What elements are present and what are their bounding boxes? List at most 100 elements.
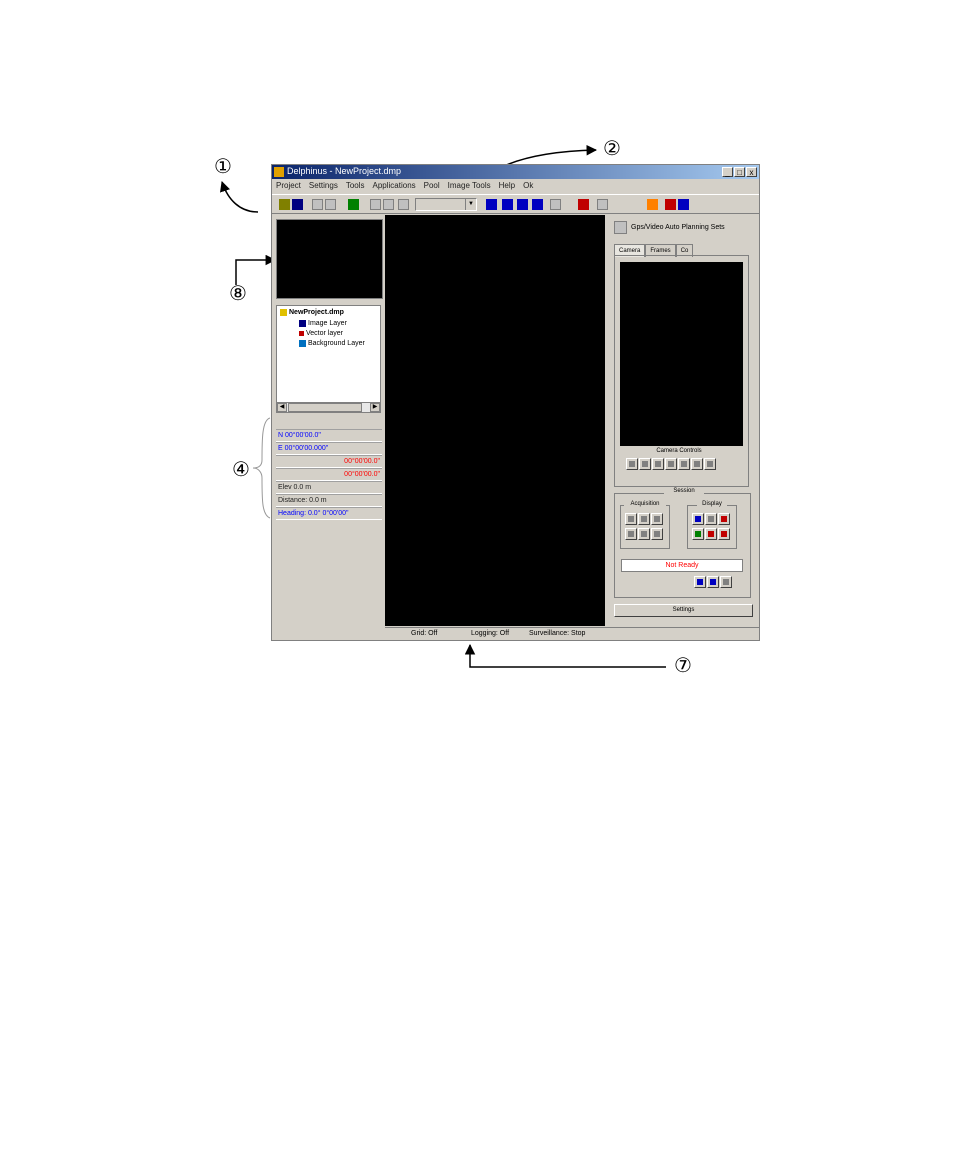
heading-readout: Heading: 0.0° 0°00'00" (276, 507, 382, 520)
capture-icon[interactable] (638, 513, 650, 525)
menu-project[interactable]: Project (276, 180, 301, 192)
preview-icon[interactable] (325, 199, 336, 210)
next-icon[interactable] (704, 458, 716, 470)
record-icon[interactable] (665, 458, 677, 470)
chevron-down-icon[interactable]: ▼ (465, 199, 476, 210)
scroll-left-icon[interactable]: ◀ (277, 403, 287, 412)
window-title: Delphinus - NewProject.dmp (287, 166, 402, 176)
camera-view[interactable] (620, 262, 743, 446)
filter-icon[interactable] (707, 576, 719, 588)
pan-icon[interactable] (532, 199, 543, 210)
main-map-view[interactable] (385, 215, 605, 626)
camera-controls-label: Camera Controls (656, 448, 702, 454)
rotate-icon[interactable] (597, 199, 608, 210)
zoom-out-icon[interactable] (517, 199, 528, 210)
tree-item[interactable]: Background Layer (299, 340, 365, 347)
acquisition-label: Acquisition (624, 501, 666, 507)
planning-icon (614, 221, 627, 234)
triangle-icon[interactable] (578, 199, 589, 210)
color-icon[interactable] (718, 513, 730, 525)
zoom-combo[interactable]: ▼ (415, 198, 477, 211)
cursor-lon-readout: 00°00'00.0" (276, 468, 382, 481)
zoom-icon[interactable] (486, 199, 497, 210)
window-icon[interactable] (651, 528, 663, 540)
burst-icon[interactable] (651, 513, 663, 525)
tree-scrollbar[interactable]: ◀ ▶ (276, 402, 381, 413)
satellite-icon[interactable] (678, 199, 689, 210)
tree-root[interactable]: NewProject.dmp (280, 309, 344, 316)
tree-item-label: Vector layer (306, 330, 343, 337)
print-icon[interactable] (312, 199, 323, 210)
save-icon[interactable] (292, 199, 303, 210)
longitude-readout: E 00°00'00.000" (276, 442, 382, 455)
maximize-button[interactable]: □ (734, 167, 745, 177)
acquisition-row-2 (625, 528, 663, 540)
callout-2: ② (603, 136, 621, 160)
distance-readout: Distance: 0.0 m (276, 494, 382, 507)
camera-buttons (626, 458, 716, 470)
map-icon[interactable] (692, 528, 704, 540)
play-icon[interactable] (626, 458, 638, 470)
zoom-in-icon[interactable] (502, 199, 513, 210)
settings-icon[interactable] (720, 576, 732, 588)
chart-icon[interactable] (647, 199, 658, 210)
tree-item[interactable]: Vector layer (299, 330, 343, 337)
rewind-icon[interactable] (639, 458, 651, 470)
menu-pool[interactable]: Pool (424, 180, 440, 192)
select-icon[interactable] (383, 199, 394, 210)
status-bar: Grid: Off Logging: Off Surveillance: Sto… (385, 627, 759, 639)
panel-header: Gps/Video Auto Planning Sets (614, 221, 725, 234)
stack-icon[interactable] (638, 528, 650, 540)
grid-icon[interactable] (691, 458, 703, 470)
callout-1: ① (214, 154, 232, 178)
pointer-icon[interactable] (692, 513, 704, 525)
tree-item-label: Background Layer (308, 340, 365, 347)
acquisition-row-1 (625, 513, 663, 525)
acquisition-frame (620, 505, 670, 549)
acquire-icon[interactable] (625, 513, 637, 525)
measure-icon[interactable] (550, 199, 561, 210)
crosshair-icon[interactable] (705, 513, 717, 525)
title-bar[interactable]: Delphinus - NewProject.dmp _ □ x (272, 165, 759, 179)
elevation-readout: Elev 0.0 m (276, 481, 382, 494)
scroll-right-icon[interactable]: ▶ (370, 403, 380, 412)
layer-tree[interactable]: NewProject.dmp Image Layer Vector layer … (276, 305, 381, 413)
globe-icon[interactable] (665, 199, 676, 210)
open-icon[interactable] (279, 199, 290, 210)
menu-applications[interactable]: Applications (373, 180, 416, 192)
display-frame (687, 505, 737, 549)
display-row-1 (692, 513, 730, 525)
application-window: Delphinus - NewProject.dmp _ □ x Project… (271, 164, 760, 641)
minimize-button[interactable]: _ (722, 167, 733, 177)
panel-header-label: Gps/Video Auto Planning Sets (631, 224, 725, 231)
callout-7: ⑦ (674, 653, 692, 677)
rectangle-icon[interactable] (398, 199, 409, 210)
scroll-thumb[interactable] (288, 403, 362, 412)
status-grid: Grid: Off (411, 630, 438, 637)
track-icon[interactable] (718, 528, 730, 540)
arrow-7 (464, 643, 666, 668)
stop-icon[interactable] (678, 458, 690, 470)
close-button[interactable]: x (746, 167, 757, 177)
connect-icon[interactable] (694, 576, 706, 588)
target-icon[interactable] (705, 528, 717, 540)
frame-icon[interactable] (625, 528, 637, 540)
status-logging: Logging: Off (471, 630, 510, 637)
menu-help[interactable]: Help (499, 180, 515, 192)
menu-settings[interactable]: Settings (309, 180, 338, 192)
forward-icon[interactable] (652, 458, 664, 470)
folder-icon (280, 309, 287, 316)
menu-image-tools[interactable]: Image Tools (448, 180, 491, 192)
cursor-icon[interactable] (370, 199, 381, 210)
menu-bar: Project Settings Tools Applications Pool… (272, 180, 759, 192)
layers-icon[interactable] (348, 199, 359, 210)
menu-tools[interactable]: Tools (346, 180, 365, 192)
tree-item[interactable]: Image Layer (299, 320, 347, 327)
callout-8: ⑧ (229, 281, 247, 305)
image-layer-icon (299, 320, 306, 327)
app-icon (274, 167, 284, 177)
settings-button[interactable]: Settings (614, 604, 753, 617)
overview-map[interactable] (276, 219, 383, 299)
menu-ok[interactable]: Ok (523, 180, 533, 192)
coordinate-panel: N 00°00'00.0" E 00°00'00.000" 00°00'00.0… (276, 429, 382, 520)
